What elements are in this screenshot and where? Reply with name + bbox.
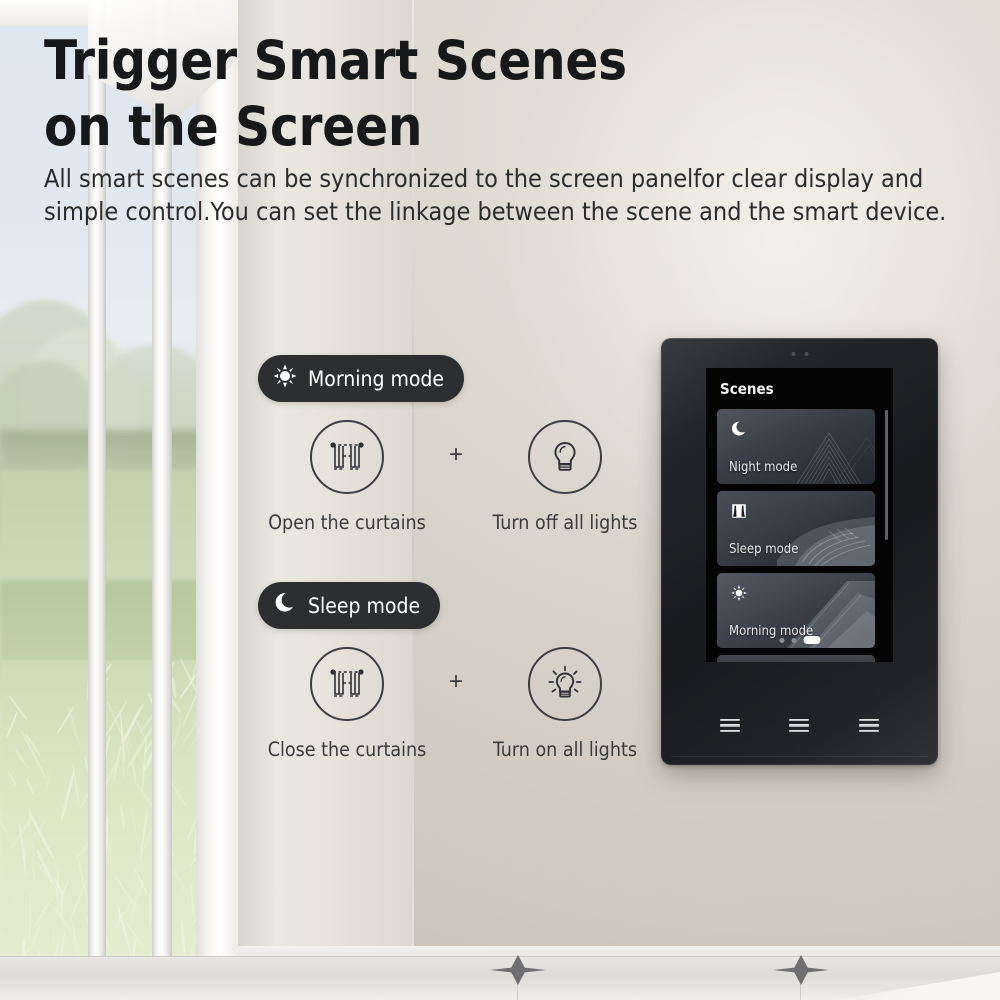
sensor-dot — [804, 352, 808, 356]
scene-card-next-peek[interactable] — [717, 655, 875, 662]
panel-screen[interactable]: Scenes Night mode Sleep mode Morning mod… — [706, 368, 893, 662]
action-caption: Close the curtains — [267, 738, 427, 761]
scene-card-label: Night mode — [729, 460, 798, 475]
page-description: All smart scenes can be synchronized to … — [44, 164, 947, 226]
sun-icon — [273, 364, 297, 393]
bulb-on-icon — [528, 647, 602, 721]
action-separator: + — [448, 668, 463, 695]
device-foot-line — [671, 756, 928, 757]
page-indicator[interactable] — [779, 636, 820, 644]
floor-edge-line — [0, 956, 1000, 957]
page-dot-active[interactable] — [803, 636, 820, 644]
scene-pill-sleep[interactable]: Sleep mode — [258, 582, 441, 629]
curtain-icon — [729, 501, 749, 521]
scene-card-night[interactable]: Night mode — [717, 409, 875, 484]
panel-touch-buttons — [661, 718, 938, 732]
floor — [0, 956, 1000, 1000]
action-turn-on-lights[interactable]: Turn on all lights — [476, 647, 654, 761]
action-caption: Turn off all lights — [492, 511, 638, 534]
action-close-curtains[interactable]: Close the curtains — [258, 647, 436, 761]
smart-wall-panel: Scenes Night mode Sleep mode Morning mod… — [661, 338, 938, 765]
moon-icon — [729, 419, 749, 439]
bulb-off-icon — [528, 420, 602, 494]
moon-icon — [273, 591, 297, 620]
sensor-array — [791, 352, 808, 356]
curtain-open-icon — [310, 420, 384, 494]
page-dot[interactable] — [779, 637, 784, 643]
action-row-sleep: Close the curtains + Turn on all lights — [258, 647, 654, 761]
headline-line-1: Trigger Smart Scenes — [44, 29, 627, 92]
screen-title: Scenes — [720, 380, 774, 398]
screen-scrollbar[interactable] — [885, 410, 888, 540]
menu-lines-icon-left[interactable] — [719, 718, 741, 732]
curtain-closed-icon — [310, 647, 384, 721]
sun-icon — [729, 583, 749, 603]
menu-lines-icon-center[interactable] — [788, 718, 810, 732]
scene-pill-label: Sleep mode — [308, 593, 421, 618]
action-open-curtains[interactable]: Open the curtains — [258, 420, 436, 534]
headline-line-2: on the Screen — [44, 95, 423, 158]
scene-card-list: Night mode Sleep mode Morning mode — [717, 409, 875, 662]
action-caption: Turn on all lights — [493, 738, 637, 761]
scene-pill-morning[interactable]: Morning mode — [258, 355, 465, 402]
scene-group-morning: Morning mode Open the curtains + Turn of… — [258, 355, 654, 534]
scene-card-label: Sleep mode — [729, 542, 799, 557]
action-row-morning: Open the curtains + Turn off all lights — [258, 420, 654, 534]
page-title: Trigger Smart Scenes on the Screen — [44, 28, 824, 160]
scene-card-sleep[interactable]: Sleep mode — [717, 491, 875, 566]
scene-pill-label: Morning mode — [308, 366, 445, 391]
action-separator: + — [448, 441, 463, 468]
action-caption: Open the curtains — [268, 511, 426, 534]
sensor-dot — [791, 352, 795, 356]
page-dot[interactable] — [791, 637, 796, 643]
action-turn-off-lights[interactable]: Turn off all lights — [476, 420, 654, 534]
promo-graphic: Trigger Smart Scenes on the Screen All s… — [0, 0, 1000, 1000]
scene-group-sleep: Sleep mode Close the curtains + Turn on … — [258, 582, 654, 761]
menu-lines-icon-right[interactable] — [858, 718, 880, 732]
